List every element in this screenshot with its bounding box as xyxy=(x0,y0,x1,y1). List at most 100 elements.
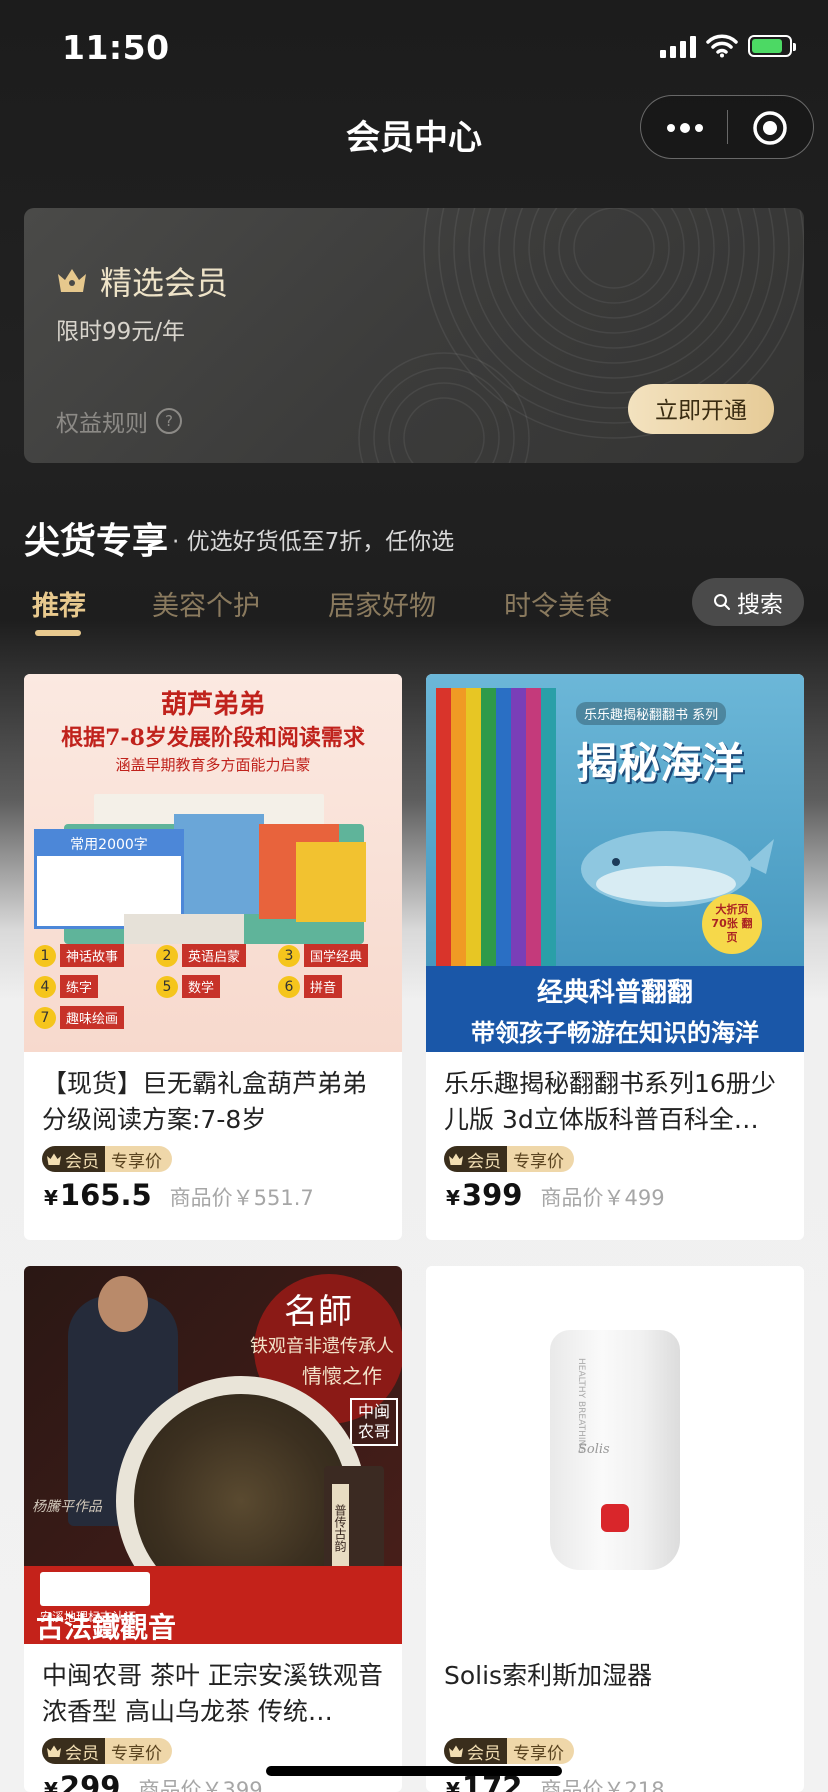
humidifier-brand: Solis xyxy=(578,1442,610,1457)
tab-beauty[interactable]: 美容个护 xyxy=(152,584,260,623)
image-title: 揭秘海洋 xyxy=(576,739,745,788)
search-icon xyxy=(714,594,730,610)
member-card: 精选会员 限时99元/年 权益规则 ? 立即开通 xyxy=(24,208,804,463)
search-label: 搜索 xyxy=(737,592,783,618)
book-label: 常用2000字 xyxy=(37,832,181,856)
price-row: ¥399 商品价￥499 xyxy=(446,1178,804,1222)
member-badge: 会员 xyxy=(42,1738,105,1764)
exclusive-badge: 专享价 xyxy=(507,1146,574,1172)
image-line-2: 涵盖早期教育多方面能力启蒙 xyxy=(115,756,311,774)
exclusive-badge: 专享价 xyxy=(105,1738,172,1764)
series-label: 乐乐趣揭秘翻翻书 系列 xyxy=(576,702,727,725)
product-card[interactable]: 乐乐趣揭秘翻翻书 系列 揭秘海洋 大折页 70张 翻页 经典科普翻翻 带领孩子畅… xyxy=(426,674,804,1240)
vip-title-row: 精选会员 xyxy=(56,258,228,304)
book-stack xyxy=(124,914,244,944)
book xyxy=(296,842,366,922)
help-icon: ? xyxy=(156,408,182,434)
image-banner: 安溪地理标志认证 古法鐵觀音 xyxy=(24,1566,402,1644)
mini-program-capsule xyxy=(640,95,814,159)
tab-home[interactable]: 居家好物 xyxy=(328,584,436,623)
product-name: 【现货】巨无霸礼盒葫芦弟弟分级阅读方案:7-8岁 xyxy=(42,1069,368,1134)
tab-active-indicator xyxy=(35,630,81,636)
feature-item: 2 英语启蒙 xyxy=(156,944,270,967)
original-price: 商品价￥551.7 xyxy=(169,1186,314,1210)
image-line-2: 带领孩子畅游在知识的海洋 xyxy=(471,1019,759,1047)
product-name: 中闽农哥 茶叶 正宗安溪铁观音 浓香型 高山乌龙茶 传统… xyxy=(42,1661,383,1726)
home-indicator xyxy=(266,1766,562,1776)
crown-icon xyxy=(58,269,86,292)
crown-icon xyxy=(47,1153,61,1165)
battery-icon xyxy=(748,35,796,57)
brand-stamp: 中闽 农哥 xyxy=(350,1398,398,1446)
book-spines xyxy=(436,688,556,968)
crown-icon xyxy=(47,1745,61,1757)
feature-item: 1 神话故事 xyxy=(34,944,148,967)
feature-item: 3 国学经典 xyxy=(278,944,392,967)
crown-icon xyxy=(449,1153,463,1165)
vip-title: 精选会员 xyxy=(100,264,229,302)
more-dots-icon[interactable] xyxy=(665,116,705,140)
original-price: 商品价￥218 xyxy=(540,1778,665,1792)
rights-rules-label: 权益规则 xyxy=(56,411,148,437)
member-badge: 会员 xyxy=(444,1146,507,1172)
price-row: ¥165.5 商品价￥551.7 xyxy=(44,1178,402,1222)
feature-item: 6 拼音 xyxy=(278,975,392,998)
image-line-1: 经典科普翻翻 xyxy=(536,978,693,1008)
product-image: HEALTHY BREATHING Solis xyxy=(426,1266,804,1644)
exclusive-badge: 专享价 xyxy=(507,1738,574,1764)
product-name: Solis索利斯加湿器 xyxy=(444,1661,653,1690)
feature-item: 4 练字 xyxy=(34,975,148,998)
image-line-2: 情懷之作 xyxy=(302,1364,382,1388)
product-card[interactable]: 葫芦弟弟 根据7-8岁发展阶段和阅读需求 涵盖早期教育多方面能力启蒙 常用200… xyxy=(24,674,402,1240)
status-time: 11:50 xyxy=(62,28,170,67)
feature-item: 7 趣味绘画 xyxy=(34,1006,148,1029)
person-head xyxy=(98,1276,148,1332)
product-image: 名師 铁观音非遗传承人 情懷之作 中闽 农哥 杨騰平作品 普传古韵 安溪地理标志… xyxy=(24,1266,402,1644)
capsule-divider xyxy=(727,110,728,144)
signature: 杨騰平作品 xyxy=(32,1499,102,1515)
member-price-badge: 会员 专享价 xyxy=(444,1738,804,1764)
member-badge: 会员 xyxy=(444,1738,507,1764)
image-title: 名師 xyxy=(284,1292,352,1332)
image-feature-list: 1 神话故事 2 英语启蒙 3 国学经典 4 练字 5 数学 6 拼音 7 趣味绘画 xyxy=(34,944,392,1029)
member-price: ¥165.5 xyxy=(44,1178,152,1212)
image-banner: 经典科普翻翻 带领孩子畅游在知识的海洋 xyxy=(426,966,804,1052)
product-card[interactable]: HEALTHY BREATHING Solis Solis索利斯加湿器 会员 专… xyxy=(426,1266,804,1792)
book xyxy=(174,814,264,914)
page-count-sticker: 大折页 70张 翻页 xyxy=(702,894,762,954)
feature-item: 5 数学 xyxy=(156,975,270,998)
power-button-icon xyxy=(601,1504,629,1532)
image-line-1: 铁观音非遗传承人 xyxy=(250,1336,394,1357)
humidifier-body xyxy=(550,1330,680,1570)
original-price: 商品价￥499 xyxy=(540,1186,665,1210)
section-subtitle: · 优选好货低至7折，任你选 xyxy=(172,529,455,555)
exclusive-badge: 专享价 xyxy=(105,1146,172,1172)
member-price: ¥399 xyxy=(446,1178,523,1212)
signal-icon xyxy=(660,34,696,58)
rights-rules-link[interactable]: 权益规则 ? xyxy=(56,404,182,438)
original-price: 商品价￥399 xyxy=(138,1778,263,1792)
product-image: 葫芦弟弟 根据7-8岁发展阶段和阅读需求 涵盖早期教育多方面能力启蒙 常用200… xyxy=(24,674,402,1052)
product-name: 乐乐趣揭秘翻翻书系列16册少儿版 3d立体版科普百科全… xyxy=(444,1069,776,1134)
member-badge: 会员 xyxy=(42,1146,105,1172)
crown-icon xyxy=(449,1745,463,1757)
wifi-icon xyxy=(706,34,738,58)
image-line-1: 根据7-8岁发展阶段和阅读需求 xyxy=(61,725,365,751)
humidifier-side-label: HEALTHY BREATHING xyxy=(576,1358,586,1454)
member-price-badge: 会员 专享价 xyxy=(42,1738,402,1764)
open-membership-button[interactable]: 立即开通 xyxy=(628,384,774,434)
product-image: 乐乐趣揭秘翻翻书 系列 揭秘海洋 大折页 70张 翻页 经典科普翻翻 带领孩子畅… xyxy=(426,674,804,1052)
image-banner-title: 古法鐵觀音 xyxy=(36,1611,177,1644)
target-icon[interactable] xyxy=(752,110,788,146)
search-button[interactable]: 搜索 xyxy=(692,578,804,626)
member-price-badge: 会员 专享价 xyxy=(42,1146,402,1172)
cert-logos xyxy=(40,1572,150,1606)
vip-price-text: 限时99元/年 xyxy=(56,319,186,345)
product-card[interactable]: 名師 铁观音非遗传承人 情懷之作 中闽 农哥 杨騰平作品 普传古韵 安溪地理标志… xyxy=(24,1266,402,1792)
member-price: ¥299 xyxy=(44,1770,121,1792)
tab-recommend[interactable]: 推荐 xyxy=(32,584,86,623)
tab-food[interactable]: 时令美食 xyxy=(504,584,612,623)
image-title: 葫芦弟弟 xyxy=(160,690,265,720)
status-icons xyxy=(660,34,796,58)
section-title: 尖货专享 xyxy=(24,521,169,562)
